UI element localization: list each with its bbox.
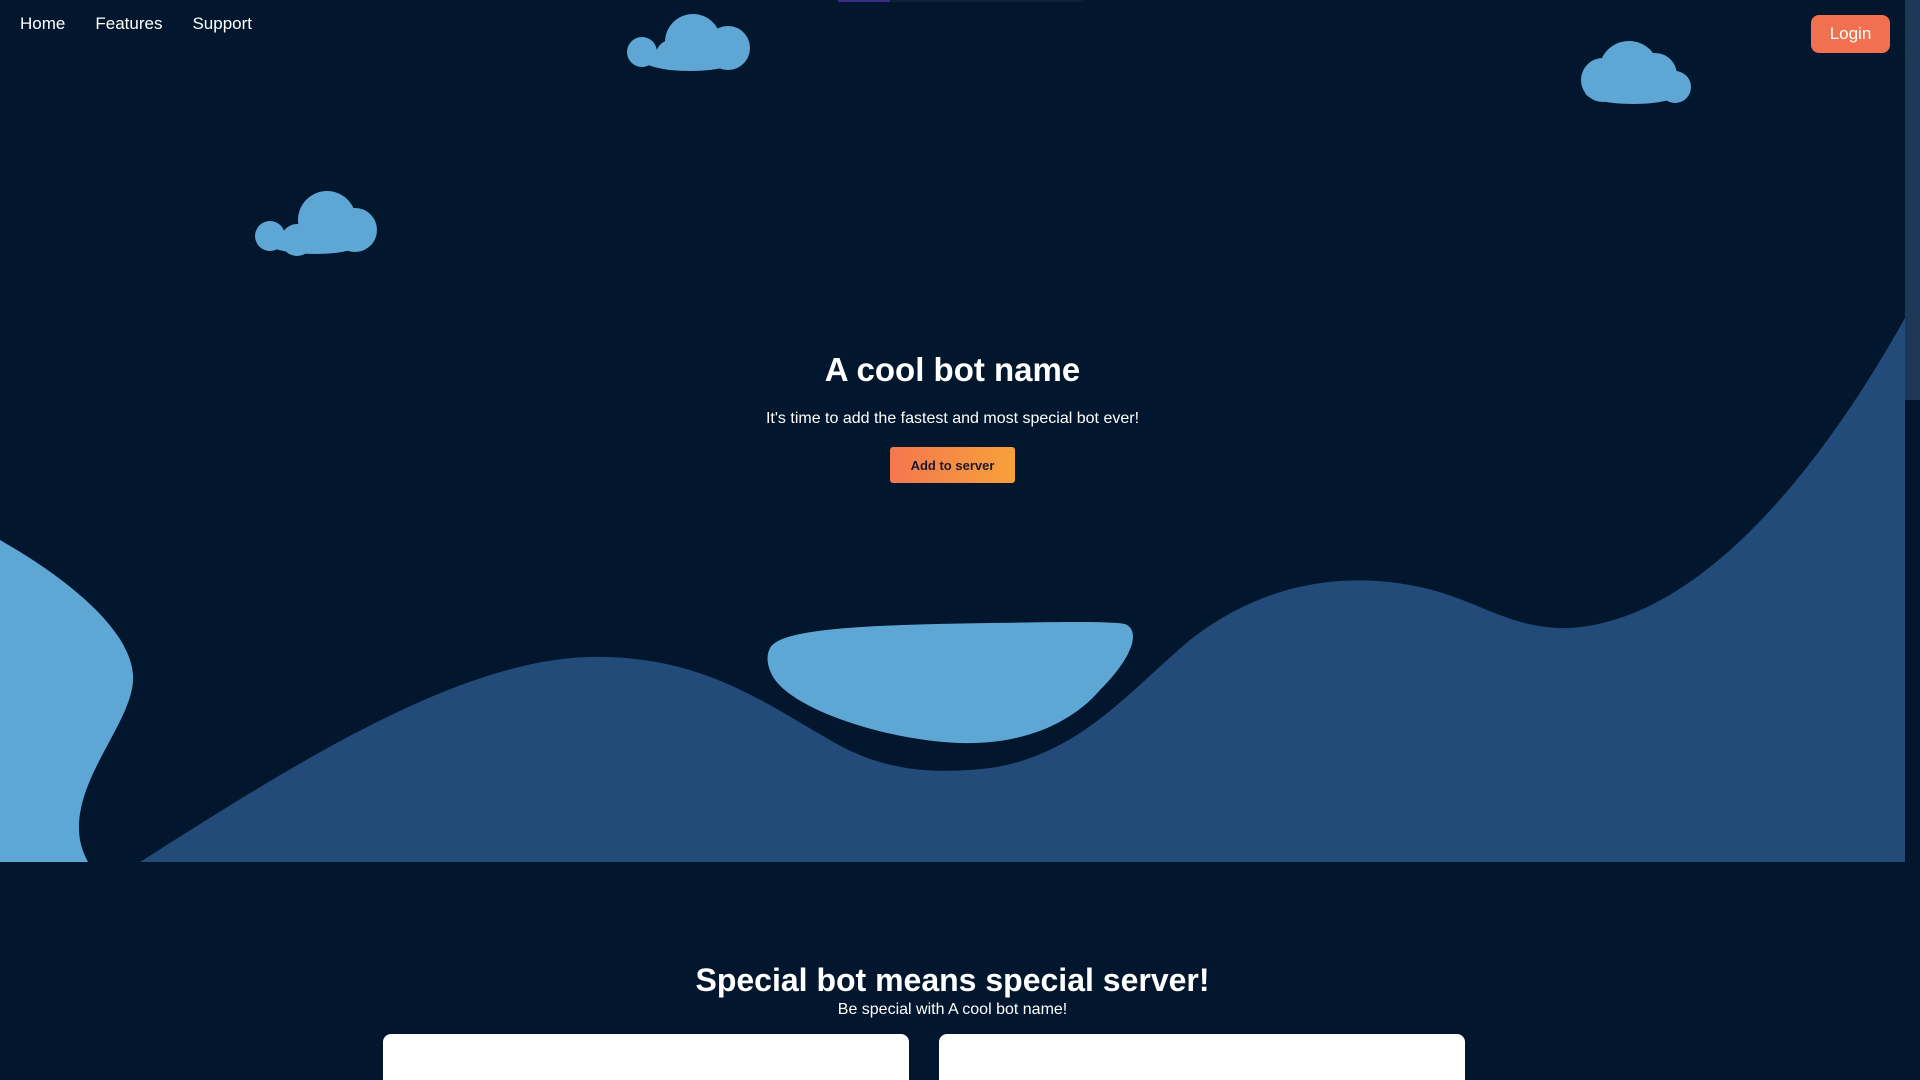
cloud-icon xyxy=(255,191,377,256)
nav-support-link[interactable]: Support xyxy=(192,14,252,34)
login-button[interactable]: Login xyxy=(1811,15,1890,53)
center-blob-shape xyxy=(767,622,1133,744)
feature-card xyxy=(383,1034,909,1080)
hero-section: A cool bot name It's time to add the fas… xyxy=(0,348,1905,483)
features-section: Special bot means special server! Be spe… xyxy=(0,960,1905,1020)
scrollbar-thumb[interactable] xyxy=(1905,0,1920,400)
features-title: Special bot means special server! xyxy=(695,962,1210,998)
nav-home-link[interactable]: Home xyxy=(20,14,65,34)
left-blob-shape xyxy=(0,540,134,862)
nav-links: Home Features Support xyxy=(20,14,252,34)
nav-features-link[interactable]: Features xyxy=(95,14,162,34)
features-subtitle: Be special with A cool bot name! xyxy=(837,1001,1068,1018)
hero-subtitle: It's time to add the fastest and most sp… xyxy=(765,410,1140,427)
hero-title: A cool bot name xyxy=(824,351,1081,388)
feature-card xyxy=(939,1034,1465,1080)
top-nav: Home Features Support Login xyxy=(0,0,1920,60)
landing-page: Home Features Support Login A cool bot n… xyxy=(0,0,1920,1080)
add-to-server-button[interactable]: Add to server xyxy=(890,447,1015,483)
